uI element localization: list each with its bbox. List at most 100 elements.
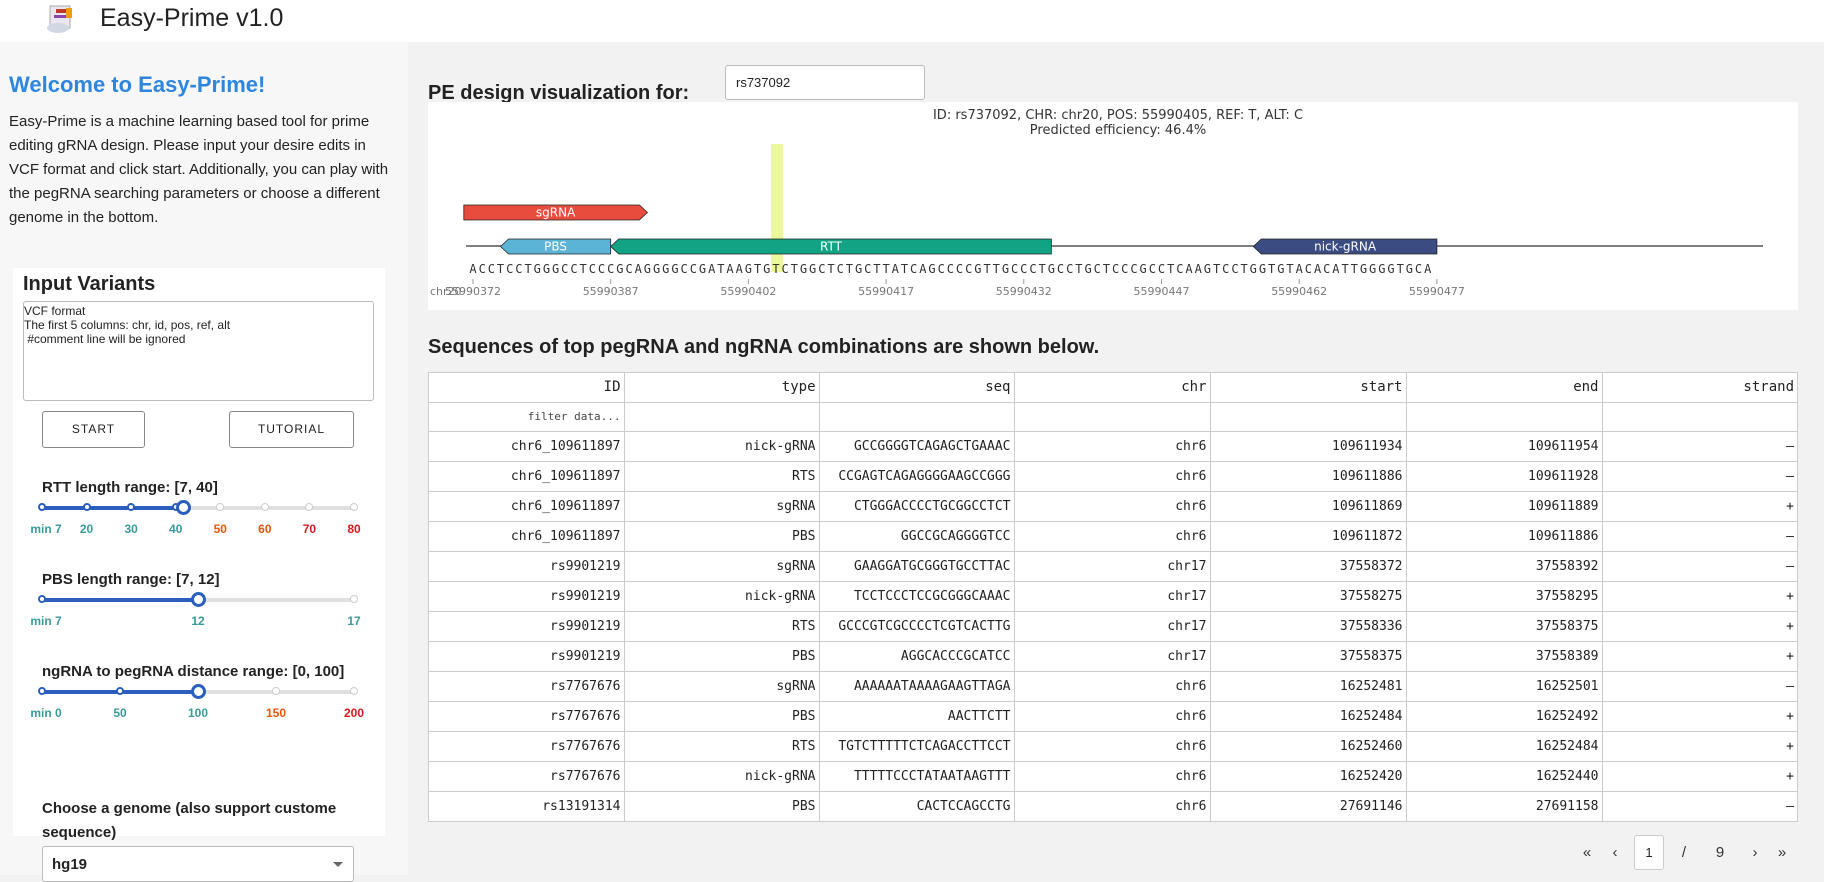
sequence-base: G xyxy=(653,262,660,276)
sequence-base: G xyxy=(616,262,623,276)
feature-nick-grna-label: nick-gRNA xyxy=(1314,240,1377,254)
cell-chr: chr6 xyxy=(1014,671,1211,702)
sequence-base: G xyxy=(1378,262,1385,276)
ngrna-slider-dot xyxy=(116,687,124,695)
column-header-seq[interactable]: seq xyxy=(819,373,1015,403)
column-header-type[interactable]: type xyxy=(624,373,820,403)
sidebar: Welcome to Easy-Prime! Easy-Prime is a m… xyxy=(0,42,408,882)
table-row[interactable]: rs7767676 sgRNA AAAAAATAAAAGAAGTTAGA chr6 16… xyxy=(429,671,1797,702)
sequence-base: C xyxy=(864,262,871,276)
table-row[interactable]: chr6_109611897 RTS CCGAGTCAGAGGGGAAGCCGGG c… xyxy=(429,461,1797,492)
last-page-button[interactable]: » xyxy=(1772,836,1792,870)
column-header-chr[interactable]: chr xyxy=(1014,373,1211,403)
table-body: chr6_109611897 nick-gRNA GCCGGGGTCAGAGCTGA… xyxy=(429,431,1797,822)
start-filter-cell[interactable] xyxy=(1210,402,1407,432)
next-page-button[interactable]: › xyxy=(1745,836,1765,870)
sequence-base: A xyxy=(469,262,477,276)
genome-select[interactable]: hg19 xyxy=(42,846,354,882)
ngrna-slider-handle[interactable] xyxy=(191,684,206,699)
end-filter-cell[interactable] xyxy=(1406,402,1603,432)
sequence-base: G xyxy=(1259,262,1266,276)
table-row[interactable]: rs7767676 nick-gRNA TTTTTCCCTATAATAAGTTT ch… xyxy=(429,761,1797,792)
sequence-base: T xyxy=(1397,262,1404,276)
intro-text: Easy-Prime is a machine learning based t… xyxy=(9,113,389,226)
id-filter-input[interactable]: filter data... xyxy=(429,402,625,432)
cell-type: nick-gRNA xyxy=(624,431,820,462)
sequence-base: G xyxy=(671,262,678,276)
pbs-length-slider[interactable]: min 7 12 17 xyxy=(30,592,361,628)
tutorial-button[interactable]: TUTORIAL xyxy=(229,411,354,448)
ngrna-distance-slider[interactable]: min 0 50 100 150 200 xyxy=(30,684,364,720)
cell-chr: chr17 xyxy=(1014,581,1211,612)
pbs-slider-label: PBS length range: [7, 12] xyxy=(42,571,220,588)
sequence-base: C xyxy=(1158,262,1165,276)
sequence-base: C xyxy=(1149,262,1156,276)
table-row[interactable]: rs13191314 PBS CACTCCAGCCTG chr6 27691146 276… xyxy=(429,791,1797,822)
sequence-base: C xyxy=(1029,262,1036,276)
table-row[interactable]: rs9901219 PBS AGGCACCCGCATCC chr17 37558375 3… xyxy=(429,641,1797,672)
sequence-base: A xyxy=(1424,262,1432,276)
first-page-button[interactable]: « xyxy=(1577,836,1597,870)
table-row[interactable]: rs7767676 RTS TGTCTTTTTCTCAGACCTTCCT chr6 16… xyxy=(429,731,1797,762)
rtt-length-slider[interactable]: min 7 20 30 40 50 60 70 80 xyxy=(30,500,361,536)
seq-filter-cell[interactable] xyxy=(819,402,1015,432)
cell-start: 16252420 xyxy=(1210,761,1407,792)
rtt-slider-dot xyxy=(305,503,314,511)
sequence-base: C xyxy=(625,262,632,276)
vcf-input[interactable]: VCF format The first 5 columns: chr, id,… xyxy=(23,301,374,401)
page-number-input[interactable]: 1 xyxy=(1634,835,1664,870)
sequence-base: C xyxy=(956,262,963,276)
cell-start: 109611869 xyxy=(1210,491,1407,522)
sequence-base: C xyxy=(598,262,605,276)
prev-page-button[interactable]: ‹ xyxy=(1605,836,1625,870)
table-row[interactable]: chr6_109611897 sgRNA CTGGGACCCCTGCGGCCTCT c… xyxy=(429,491,1797,522)
table-row[interactable]: rs9901219 nick-gRNA TCCTCCCTCCGCGGGCAAAC ch… xyxy=(429,581,1797,612)
sequence-base: T xyxy=(1241,262,1248,276)
table-row[interactable]: chr6_109611897 PBS GGCCGCAGGGGTCC chr6 10961… xyxy=(429,521,1797,552)
sequence-base: C xyxy=(561,262,568,276)
cell-id: rs13191314 xyxy=(429,791,625,822)
sequence-base: C xyxy=(1121,262,1128,276)
cell-start: 37558275 xyxy=(1210,581,1407,612)
table-row[interactable]: rs9901219 RTS GCCCGTCGCCCCTCGTCACTTG chr17 3… xyxy=(429,611,1797,642)
variant-id-input[interactable] xyxy=(725,65,925,100)
column-header-strand[interactable]: strand xyxy=(1602,373,1797,403)
app-title: Easy-Prime v1.0 xyxy=(100,4,284,32)
cell-strand: + xyxy=(1602,731,1797,762)
type-filter-cell[interactable] xyxy=(624,402,820,432)
sequence-base: T xyxy=(754,262,761,276)
cell-type: RTS xyxy=(624,731,820,762)
sequence-base: A xyxy=(1195,262,1203,276)
cell-strand: + xyxy=(1602,581,1797,612)
column-header-start[interactable]: start xyxy=(1210,373,1407,403)
start-button[interactable]: START xyxy=(42,411,145,448)
cell-start: 16252460 xyxy=(1210,731,1407,762)
sequence-base: T xyxy=(791,262,798,276)
pbs-slider-handle[interactable] xyxy=(191,592,206,607)
column-header-end[interactable]: end xyxy=(1406,373,1603,403)
cell-strand: – xyxy=(1602,791,1797,822)
sequence-base: C xyxy=(965,262,972,276)
strand-filter-cell[interactable] xyxy=(1602,402,1797,432)
sequence-base: T xyxy=(1075,262,1082,276)
rtt-slider-handle[interactable] xyxy=(176,500,192,515)
chevron-down-icon xyxy=(333,862,343,867)
chr-filter-cell[interactable] xyxy=(1014,402,1211,432)
table-row[interactable]: chr6_109611897 nick-gRNA GCCGGGGTCAGAGCTGA… xyxy=(429,431,1797,462)
sequence-base: T xyxy=(846,262,853,276)
table-row[interactable]: rs9901219 sgRNA GAAGGATGCGGGTGCCTTAC chr17 3… xyxy=(429,551,1797,582)
sequence-base: C xyxy=(607,262,614,276)
cell-type: PBS xyxy=(624,641,820,672)
predicted-efficiency-text: Predicted efficiency: 46.4% xyxy=(1030,123,1206,138)
sequence-base: C xyxy=(782,262,789,276)
cell-type: sgRNA xyxy=(624,491,820,522)
sequence-base: A xyxy=(708,262,716,276)
cell-end: 16252492 xyxy=(1406,701,1603,732)
cell-type: sgRNA xyxy=(624,551,820,582)
table-row[interactable]: rs7767676 PBS AACTTCTT chr6 16252484 16252492… xyxy=(429,701,1797,732)
variant-info-text: ID: rs737092, CHR: chr20, POS: 55990405,… xyxy=(933,108,1303,123)
sequence-base: T xyxy=(882,262,889,276)
cell-id: rs7767676 xyxy=(429,761,625,792)
ngrna-slider-mark: 150 xyxy=(265,706,287,720)
column-header-id[interactable]: ID xyxy=(429,373,625,403)
